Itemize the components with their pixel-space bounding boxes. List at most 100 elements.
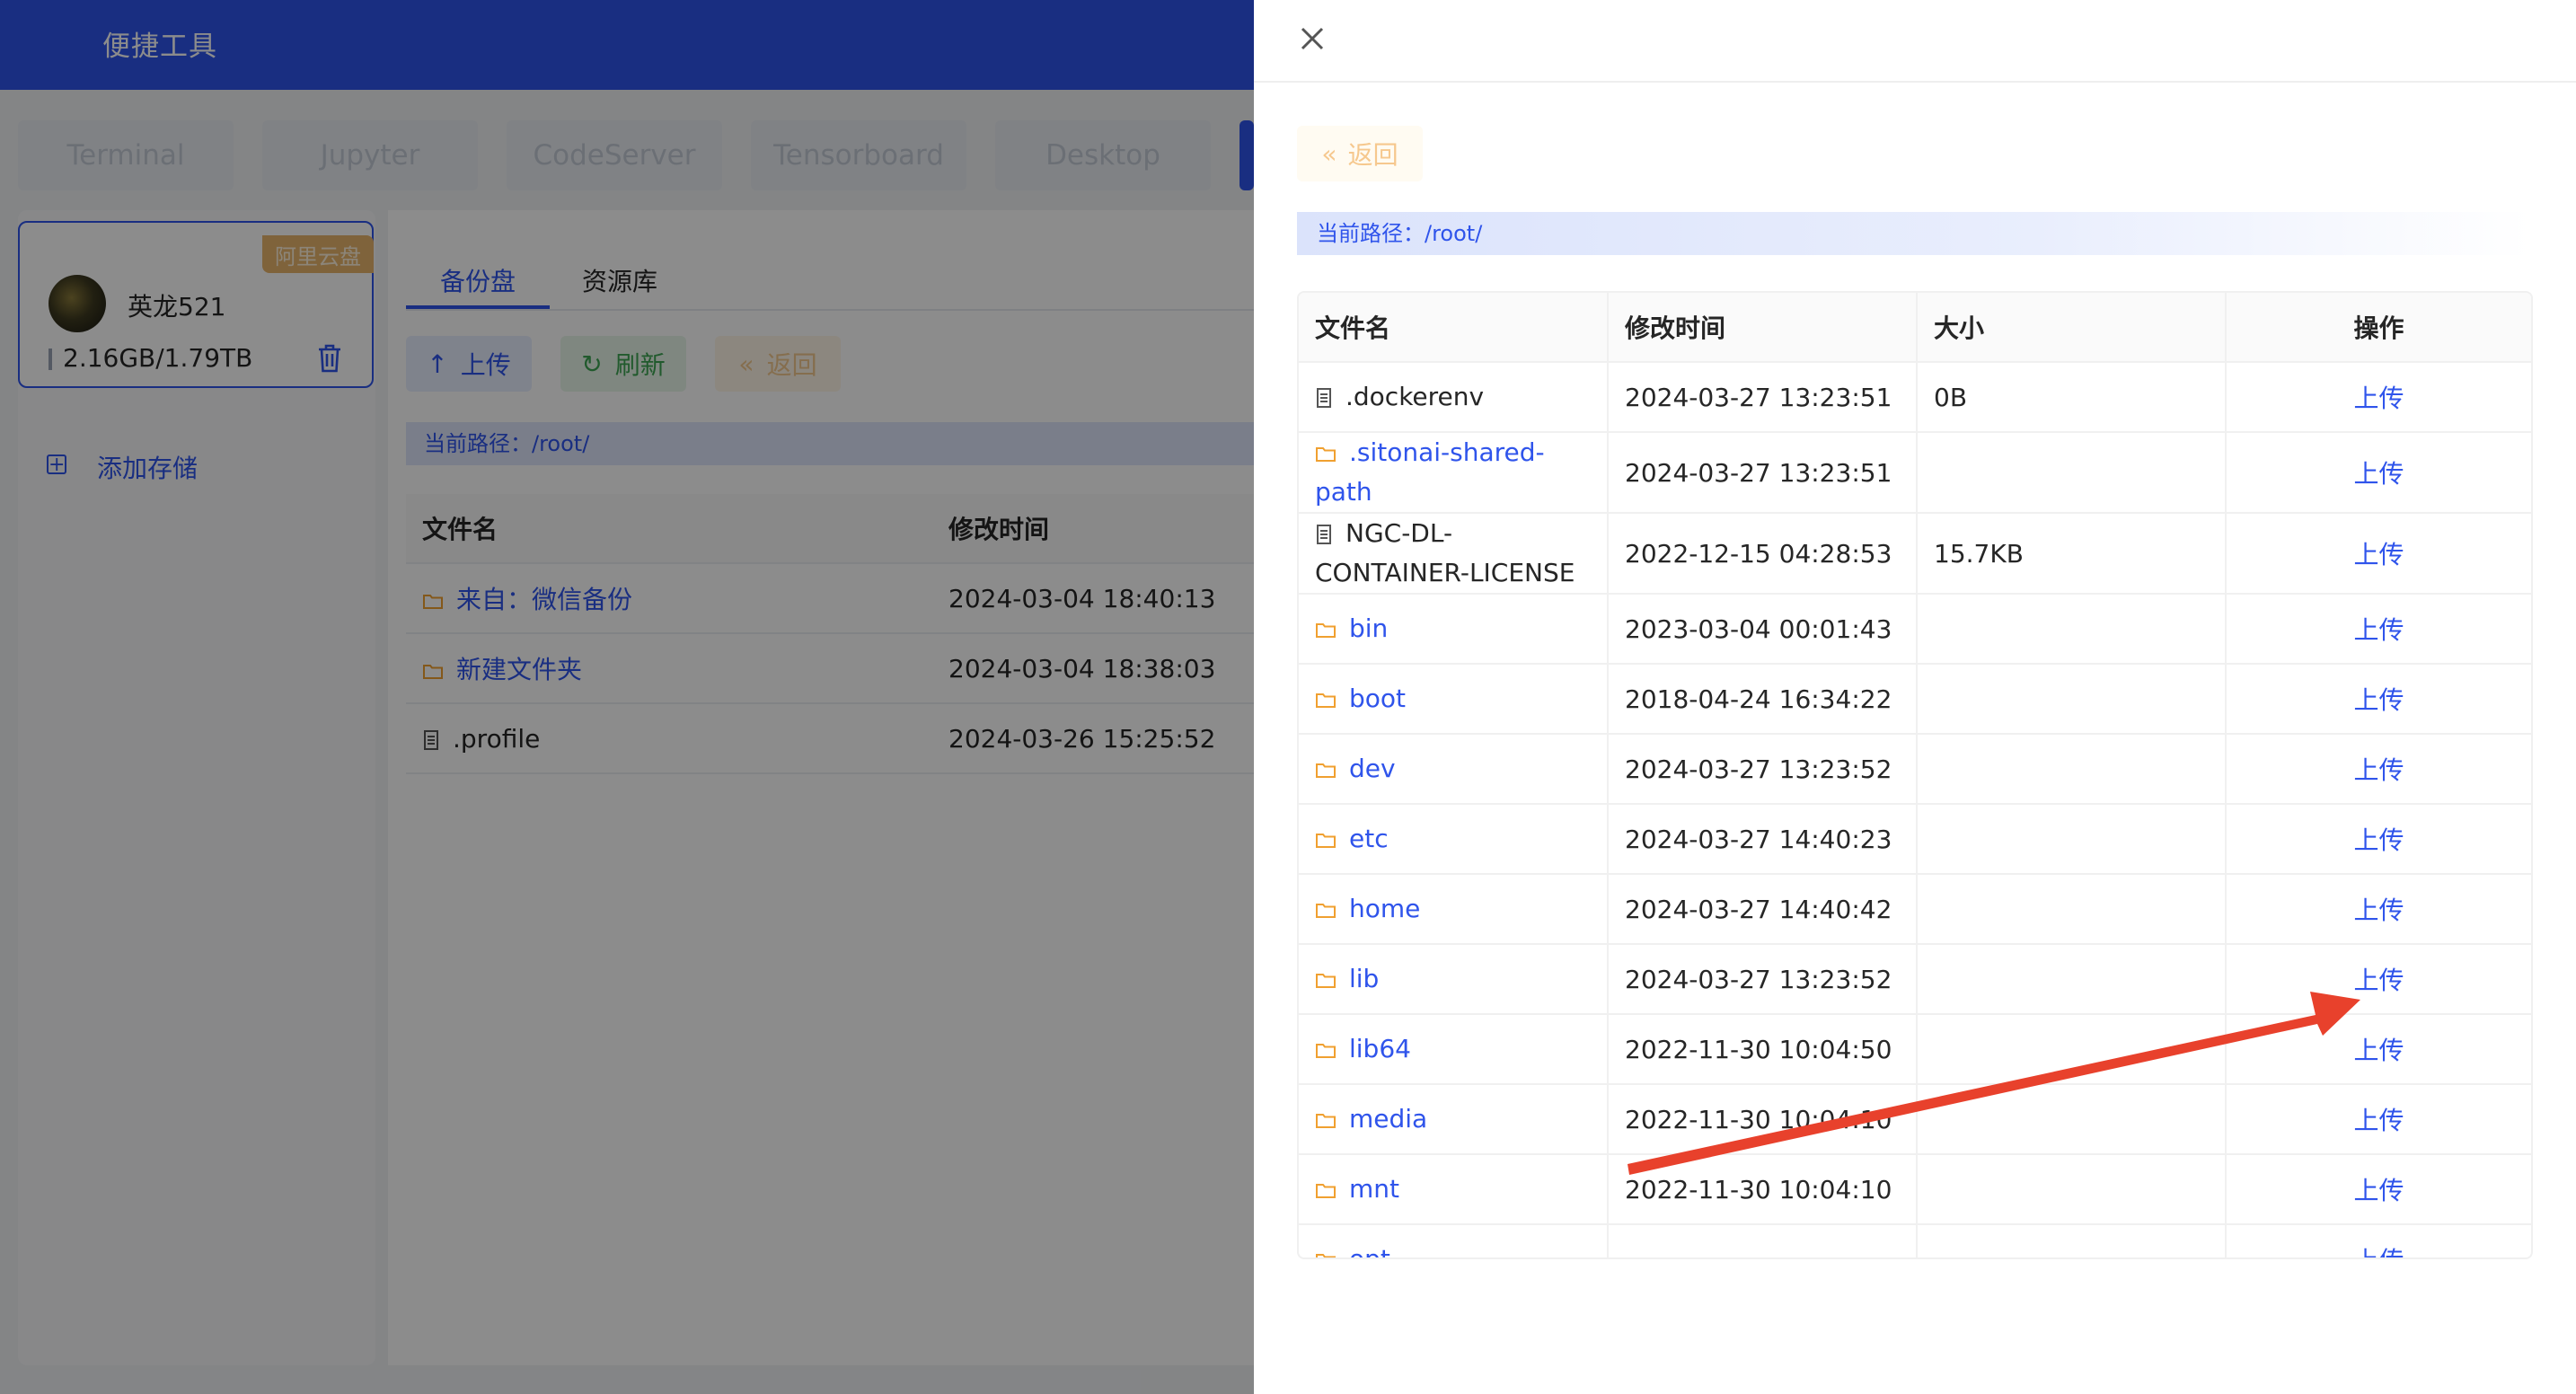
modified-time: 2023-03-04 00:01:43 [1608,594,1918,665]
action-cell: 上传 [2226,874,2531,945]
double-chevron-left-icon: « [1321,138,1337,169]
upload-action-link[interactable]: 上传 [2353,1176,2404,1205]
file-size [1917,1084,2227,1155]
table-row[interactable]: bin 2023-03-04 00:01:43 上传 [1299,594,2531,665]
file-size [1917,1154,2227,1225]
file-name-link[interactable]: etc [1349,824,1389,853]
table-row[interactable]: opt 上传 [1299,1224,2531,1257]
file-icon [1317,388,1331,408]
table-row[interactable]: boot 2018-04-24 16:34:22 上传 [1299,664,2531,735]
drawer-file-table: 文件名 修改时间 大小 操作 .dockerenv 2024-03-27 13:2… [1299,293,2531,1257]
folder-icon [1316,1254,1336,1257]
modified-time: 2024-03-27 13:23:51 [1608,432,1918,514]
file-name-link[interactable]: lib64 [1349,1034,1411,1063]
file-name-link[interactable]: lib [1349,964,1379,993]
folder-icon [1316,447,1336,462]
modified-time [1608,1224,1918,1257]
upload-action-link[interactable]: 上传 [2353,1036,2404,1065]
modified-time: 2022-11-30 10:04:10 [1608,1084,1918,1155]
upload-action-link[interactable]: 上传 [2353,615,2404,645]
file-size [1917,944,2227,1015]
table-row[interactable]: mnt 2022-11-30 10:04:10 上传 [1299,1154,2531,1225]
table-row[interactable]: etc 2024-03-27 14:40:23 上传 [1299,804,2531,875]
modified-time: 2024-03-27 14:40:23 [1608,804,1918,875]
file-name-link[interactable]: .sitonai-shared-path [1315,437,1545,507]
file-size [1917,1014,2227,1085]
action-cell: 上传 [2226,804,2531,875]
action-cell: 上传 [2226,944,2531,1015]
upload-action-link[interactable]: 上传 [2353,755,2404,785]
file-name-link[interactable]: mnt [1349,1174,1399,1204]
upload-action-link[interactable]: 上传 [2353,459,2404,489]
folder-icon [1316,1184,1336,1198]
upload-action-link[interactable]: 上传 [2353,825,2404,855]
modified-time: 2024-03-27 13:23:52 [1608,734,1918,805]
table-header-row: 文件名 修改时间 大小 操作 [1299,293,2531,363]
modified-time: 2024-03-27 14:40:42 [1608,874,1918,945]
modified-time: 2018-04-24 16:34:22 [1608,664,1918,735]
folder-icon [1316,834,1336,848]
file-name: .dockerenv [1345,382,1485,411]
file-size [1917,734,2227,805]
file-icon [1317,525,1331,544]
drawer-back-button[interactable]: « 返回 [1297,126,1423,181]
drawer-file-table-wrapper[interactable]: 文件名 修改时间 大小 操作 .dockerenv 2024-03-27 13:2… [1297,291,2533,1259]
file-name-link[interactable]: media [1349,1104,1427,1134]
table-row[interactable]: media 2022-11-30 10:04:10 上传 [1299,1084,2531,1155]
column-header-mtime: 修改时间 [1608,293,1918,363]
action-cell: 上传 [2226,432,2531,514]
folder-icon [1316,1114,1336,1128]
modal-mask[interactable] [0,0,1254,1394]
folder-icon [1316,693,1336,708]
file-name-link[interactable]: bin [1349,613,1388,643]
file-name-cell: etc [1299,804,1609,875]
close-icon[interactable] [1297,23,1328,54]
table-row[interactable]: NGC-DL-CONTAINER-LICENSE 2022-12-15 04:28… [1299,513,2531,595]
action-cell: 上传 [2226,664,2531,735]
table-row[interactable]: home 2024-03-27 14:40:42 上传 [1299,874,2531,945]
folder-icon [1316,1044,1336,1058]
file-name-link[interactable]: dev [1349,754,1396,783]
file-name-cell: home [1299,874,1609,945]
file-size: 0B [1917,362,2227,433]
modified-time: 2022-11-30 10:04:50 [1608,1014,1918,1085]
action-cell: 上传 [2226,1084,2531,1155]
table-row[interactable]: dev 2024-03-27 13:23:52 上传 [1299,734,2531,805]
file-name-cell: NGC-DL-CONTAINER-LICENSE [1299,513,1609,595]
table-row[interactable]: lib64 2022-11-30 10:04:50 上传 [1299,1014,2531,1085]
action-cell: 上传 [2226,362,2531,433]
file-name-cell: media [1299,1084,1609,1155]
file-name-link[interactable]: opt [1349,1244,1390,1257]
action-cell: 上传 [2226,1154,2531,1225]
file-name-link[interactable]: home [1349,894,1420,923]
column-header-name: 文件名 [1299,293,1609,363]
modified-time: 2024-03-27 13:23:51 [1608,362,1918,433]
folder-icon [1316,623,1336,638]
action-cell: 上传 [2226,734,2531,805]
upload-action-link[interactable]: 上传 [2353,1106,2404,1135]
table-row[interactable]: .sitonai-shared-path 2024-03-27 13:23:51 上… [1299,432,2531,514]
file-name-link[interactable]: boot [1349,684,1406,713]
upload-action-link[interactable]: 上传 [2353,685,2404,715]
table-row[interactable]: lib 2024-03-27 13:23:52 上传 [1299,944,2531,1015]
upload-action-link[interactable]: 上传 [2353,1246,2404,1257]
table-row[interactable]: .dockerenv 2024-03-27 13:23:51 0B 上传 [1299,362,2531,433]
file-name-cell: opt [1299,1224,1609,1257]
upload-action-link[interactable]: 上传 [2353,384,2404,413]
column-header-action: 操作 [2226,293,2531,363]
action-cell: 上传 [2226,1014,2531,1085]
file-name-cell: .sitonai-shared-path [1299,432,1609,514]
action-cell: 上传 [2226,513,2531,595]
file-name-cell: bin [1299,594,1609,665]
upload-action-link[interactable]: 上传 [2353,540,2404,569]
file-size: 15.7KB [1917,513,2227,595]
file-name-cell: boot [1299,664,1609,735]
file-name: NGC-DL-CONTAINER-LICENSE [1315,518,1575,587]
drawer-back-label: 返回 [1347,140,1398,170]
action-cell: 上传 [2226,1224,2531,1257]
drawer-current-path: 当前路径：/root/ [1297,212,2531,255]
upload-action-link[interactable]: 上传 [2353,966,2404,995]
upload-action-link[interactable]: 上传 [2353,896,2404,925]
file-name-cell: mnt [1299,1154,1609,1225]
file-size [1917,664,2227,735]
